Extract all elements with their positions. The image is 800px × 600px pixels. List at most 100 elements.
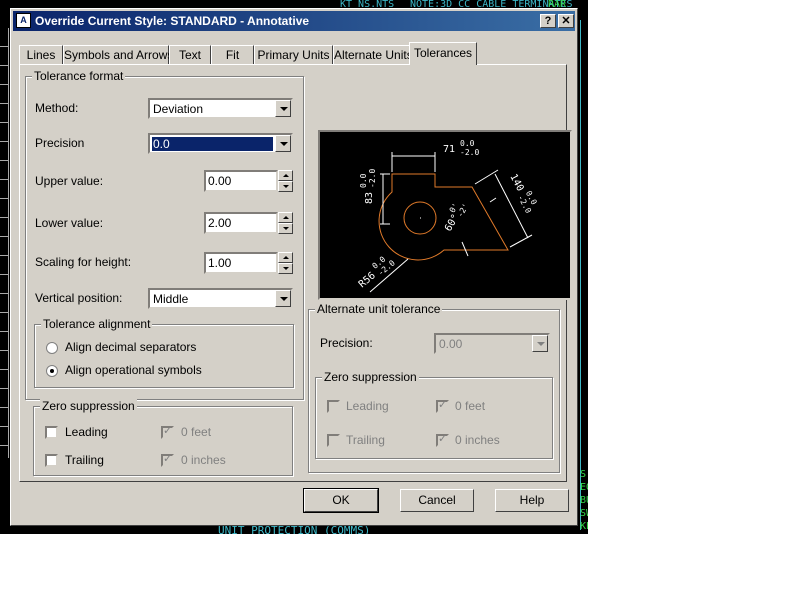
ok-button[interactable]: OK (303, 488, 379, 513)
preview-drawing: 71 0.0 -2.0 83 0.0 -2.0 140 0.0 -2.0 60° (357, 139, 539, 293)
cad-right-label: TR (580, 533, 588, 534)
close-icon[interactable]: ✕ (558, 14, 574, 28)
alt-precision-label: Precision: (320, 336, 373, 350)
tolerances-panel: Tolerance format Method: Deviation Preci… (19, 64, 572, 482)
align-decimal-radio[interactable] (46, 342, 58, 354)
cad-right-label: KE (580, 521, 588, 532)
chevron-down-icon[interactable] (275, 135, 291, 152)
tolerance-alignment-group: Tolerance alignment Align decimal separa… (34, 317, 294, 388)
scaling-field[interactable]: 1.00 (204, 252, 278, 274)
cad-ruler (0, 28, 9, 458)
preview-angle-tolerance-lower: -2' (456, 202, 471, 219)
preview-right-dimension: 140 (507, 172, 525, 193)
tab-symbols-and-arrows[interactable]: Symbols and Arrows (63, 45, 173, 64)
preview-left-tolerance-lower: -2.0 (368, 169, 377, 188)
scaling-label: Scaling for height: (35, 255, 132, 269)
alt-precision-value: 0.00 (439, 337, 463, 351)
tab-text[interactable]: Text (169, 45, 211, 64)
alt-inches-label: 0 inches (455, 433, 500, 447)
tolerance-format-group: Tolerance format Method: Deviation Preci… (25, 69, 304, 400)
lower-value-label: Lower value: (35, 216, 104, 230)
cad-right-labels: S EQ BU SW KE TR (580, 468, 588, 534)
trailing-label[interactable]: Trailing (65, 453, 104, 467)
spin-up-icon[interactable] (278, 252, 293, 263)
vertical-position-dropdown[interactable]: Middle (148, 288, 293, 309)
group-label: Zero suppression (40, 399, 137, 413)
vertical-position-value: Middle (153, 292, 189, 306)
preview-top-tolerance: 0.0 (460, 139, 475, 148)
help-title-button[interactable]: ? (540, 14, 556, 28)
alt-zero-suppression-group: Zero suppression Leading 0 feet Trailing… (315, 370, 553, 459)
title-bar[interactable]: A Override Current Style: STANDARD - Ann… (13, 11, 575, 31)
preview-top-tolerance-lower: -2.0 (460, 148, 479, 157)
method-value: Deviation (153, 102, 204, 116)
spin-up-icon[interactable] (278, 170, 293, 181)
tab-tolerances[interactable]: Tolerances (409, 42, 477, 65)
zero-suppression-group: Zero suppression Leading 0 feet Trailing… (33, 399, 293, 476)
lower-value-field[interactable]: 2.00 (204, 212, 278, 234)
cancel-button[interactable]: Cancel (400, 489, 474, 512)
group-label: Tolerance alignment (41, 317, 153, 331)
spin-down-icon[interactable] (278, 223, 293, 234)
window-title: Override Current Style: STANDARD - Annot… (35, 14, 310, 28)
cad-line (580, 20, 581, 530)
upper-value-label: Upper value: (35, 174, 104, 188)
chevron-down-icon[interactable] (275, 290, 291, 307)
align-operational-label[interactable]: Align operational symbols (65, 363, 202, 377)
cad-right-label: S (580, 469, 587, 480)
leading-checkbox[interactable] (45, 426, 58, 439)
tab-fit[interactable]: Fit (211, 45, 254, 64)
cad-right-label: EQ (580, 482, 588, 493)
align-decimal-label[interactable]: Align decimal separators (65, 340, 196, 354)
vertical-position-label: Vertical position: (35, 291, 123, 305)
spin-down-icon[interactable] (278, 263, 293, 274)
group-label: Zero suppression (322, 370, 419, 384)
preview-left-tolerance: 0.0 (359, 173, 368, 188)
dimension-preview: 71 0.0 -2.0 83 0.0 -2.0 140 0.0 -2.0 60° (318, 130, 572, 300)
leading-label[interactable]: Leading (65, 425, 108, 439)
preview-top-dimension: 71 (443, 144, 455, 155)
trailing-checkbox[interactable] (45, 454, 58, 467)
tab-alternate-units[interactable]: Alternate Units (333, 45, 413, 64)
cad-right-label: BU (580, 495, 588, 506)
cad-right-label: SW (580, 508, 588, 519)
inches-checkbox (161, 452, 174, 467)
spin-down-icon[interactable] (278, 181, 293, 192)
preview-radius-dimension-group: R56 0.0 -2.0 (357, 254, 397, 290)
preview-left-dimension-group: 83 0.0 -2.0 (359, 169, 377, 204)
upper-value-field[interactable]: 0.00 (204, 170, 278, 192)
alt-trailing-checkbox (327, 434, 340, 447)
preview-angle-dimension-group: 60° 0' -2' (443, 202, 471, 234)
dimension-style-dialog: A Override Current Style: STANDARD - Ann… (10, 8, 578, 526)
app-icon: A (16, 13, 31, 28)
feet-label: 0 feet (181, 425, 212, 439)
preview-radius-dimension: R56 (357, 270, 378, 290)
tab-lines[interactable]: Lines (19, 45, 63, 64)
alt-precision-dropdown: 0.00 (434, 333, 550, 354)
alt-inches-checkbox (436, 432, 449, 447)
feet-checkbox (161, 424, 174, 439)
precision-dropdown[interactable]: 0.0 (148, 133, 293, 154)
alt-leading-label: Leading (346, 399, 389, 413)
chevron-down-icon[interactable] (275, 100, 291, 117)
alternate-unit-tolerance-group: Alternate unit tolerance Precision: 0.00… (308, 302, 560, 473)
preview-shape (378, 173, 509, 261)
group-label: Alternate unit tolerance (315, 302, 443, 316)
precision-label: Precision (35, 136, 85, 150)
method-dropdown[interactable]: Deviation (148, 98, 293, 119)
precision-value: 0.0 (152, 137, 273, 151)
preview-left-dimension: 83 (364, 192, 375, 204)
inches-label: 0 inches (181, 453, 226, 467)
spin-up-icon[interactable] (278, 212, 293, 223)
help-button[interactable]: Help (495, 489, 569, 512)
preview-right-dimension-group: 140 0.0 -2.0 (507, 172, 538, 215)
tab-primary-units[interactable]: Primary Units (254, 45, 333, 64)
alt-feet-label: 0 feet (455, 399, 486, 413)
alt-trailing-label: Trailing (346, 433, 385, 447)
alt-feet-checkbox (436, 398, 449, 413)
group-label: Tolerance format (32, 69, 126, 83)
preview-dimension-text: 71 0.0 -2.0 83 0.0 -2.0 140 0.0 -2.0 60° (357, 139, 539, 290)
method-label: Method: (35, 101, 79, 115)
align-operational-radio[interactable] (46, 365, 58, 377)
alt-leading-checkbox (327, 400, 340, 413)
